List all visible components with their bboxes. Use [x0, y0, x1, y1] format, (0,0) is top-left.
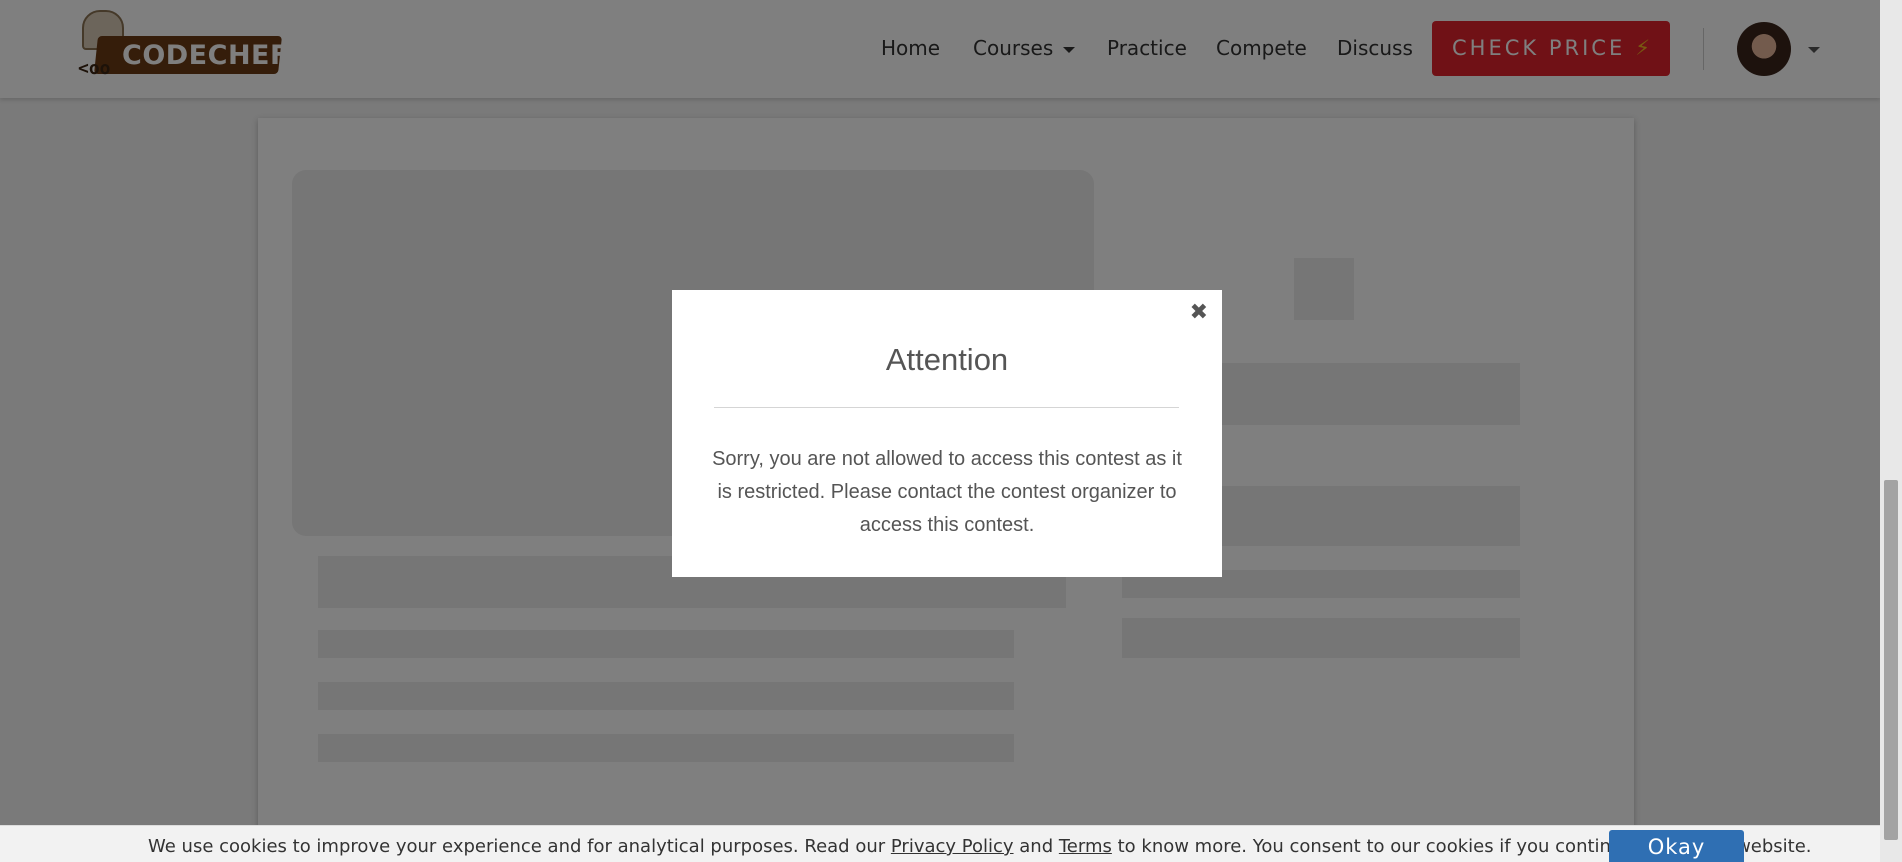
- attention-modal: ✖ Attention Sorry, you are not allowed t…: [672, 290, 1222, 577]
- close-icon[interactable]: ✖: [1190, 300, 1208, 325]
- modal-message: Sorry, you are not allowed to access thi…: [712, 448, 1182, 536]
- scrollbar-thumb[interactable]: [1884, 480, 1898, 840]
- cookie-text-and: and: [1013, 836, 1059, 857]
- cookie-okay-button[interactable]: Okay: [1609, 830, 1744, 862]
- privacy-policy-link[interactable]: Privacy Policy: [891, 836, 1014, 857]
- cookie-message: We use cookies to improve your experienc…: [148, 836, 1812, 857]
- modal-divider: [714, 407, 1179, 408]
- page-scrollbar[interactable]: [1880, 0, 1902, 862]
- terms-link[interactable]: Terms: [1059, 836, 1112, 857]
- cookie-text-before: We use cookies to improve your experienc…: [148, 836, 891, 857]
- modal-title: Attention: [885, 342, 1009, 377]
- cookie-consent-bar: We use cookies to improve your experienc…: [0, 825, 1880, 862]
